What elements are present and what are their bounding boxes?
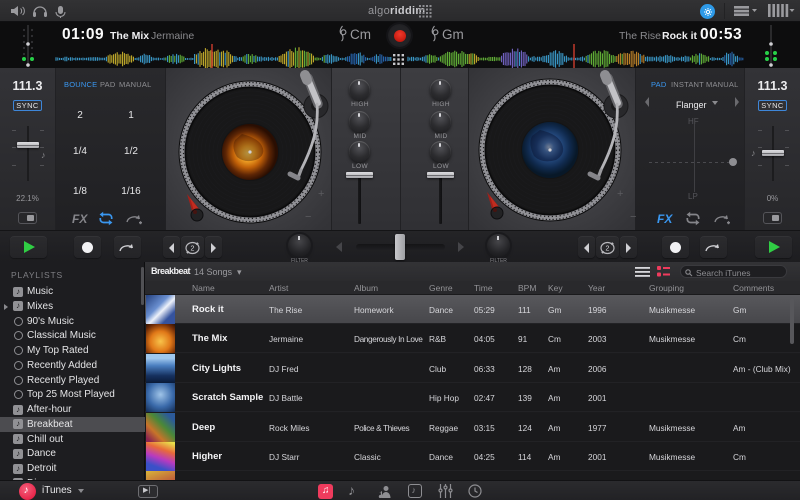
- svg-text:2: 2: [191, 246, 195, 253]
- svg-text:2: 2: [606, 246, 610, 253]
